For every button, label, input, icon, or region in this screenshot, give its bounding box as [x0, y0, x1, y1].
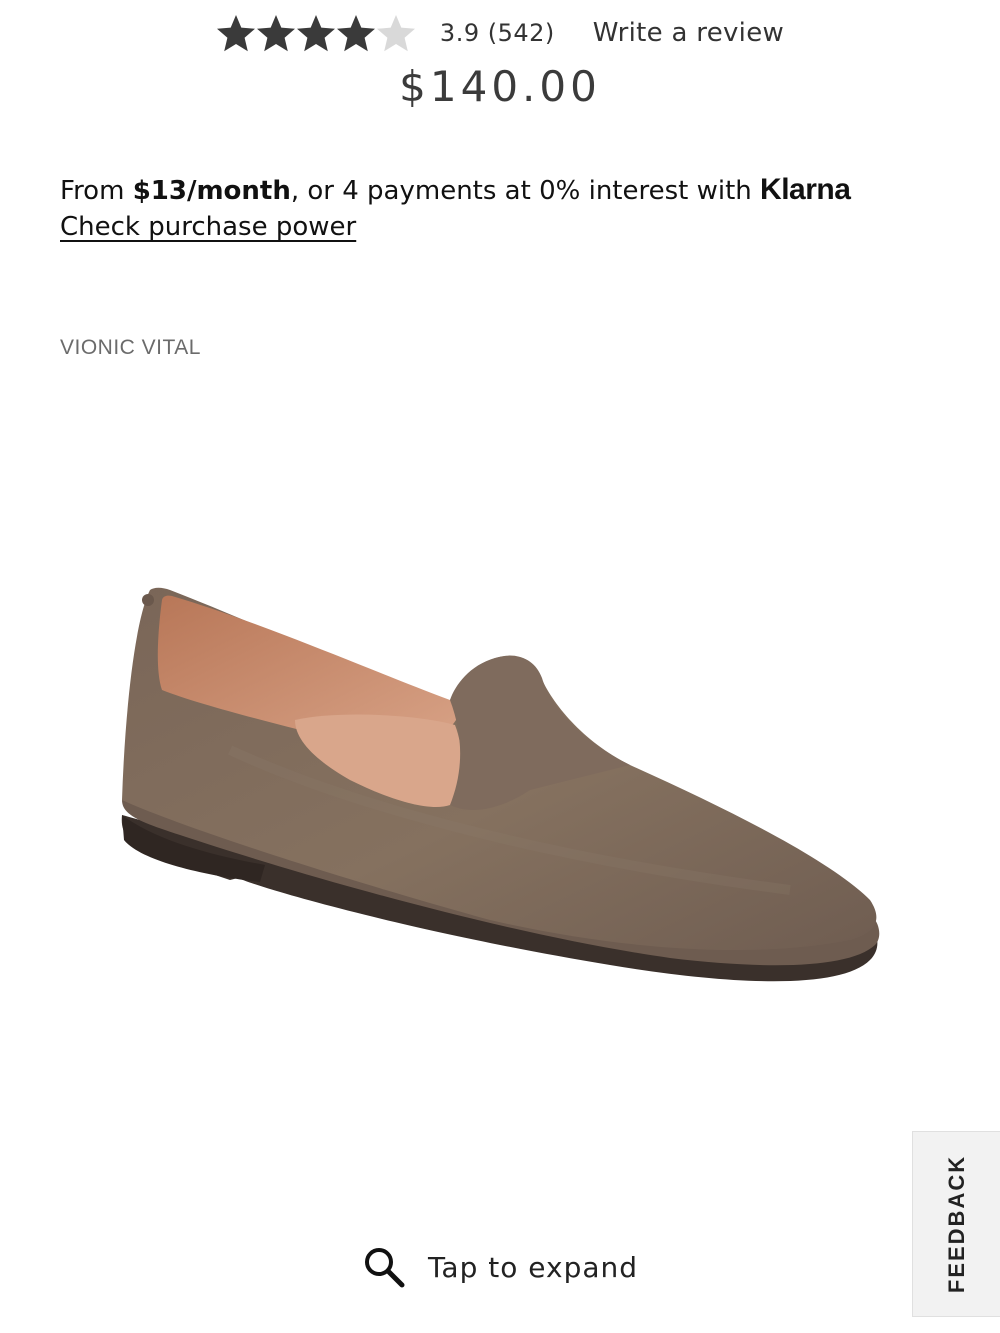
star-rating[interactable]	[216, 13, 416, 53]
tap-to-expand-button[interactable]: Tap to expand	[0, 1240, 1000, 1294]
klarna-message: From $13/month, or 4 payments at 0% inte…	[60, 172, 960, 209]
tap-to-expand-label: Tap to expand	[427, 1250, 639, 1284]
feedback-label: FEEDBACK	[944, 1154, 970, 1294]
klarna-financing: From $13/month, or 4 payments at 0% inte…	[60, 172, 960, 245]
check-purchase-power-link[interactable]: Check purchase power	[60, 209, 356, 245]
rating-row: 3.9 (542) Write a review	[0, 10, 1000, 56]
loafer-shoe-image[interactable]	[110, 560, 900, 1010]
search-icon	[364, 1248, 405, 1288]
write-review-link[interactable]: Write a review	[593, 18, 784, 48]
product-price: $140.00	[399, 62, 601, 111]
klarna-logo: Klarna	[760, 173, 851, 206]
klarna-prefix: From	[60, 176, 133, 206]
feedback-tab[interactable]: FEEDBACK	[912, 1131, 1000, 1317]
star-filled-icon	[256, 15, 295, 52]
rating-count[interactable]: 3.9 (542)	[440, 19, 555, 47]
klarna-middle: , or 4 payments at 0% interest with	[290, 176, 761, 206]
star-filled-icon	[296, 15, 335, 52]
star-filled-icon	[216, 15, 255, 52]
klarna-monthly-amount: $13/month	[132, 176, 291, 206]
star-empty-icon	[376, 15, 415, 52]
product-brand: VIONIC VITAL	[60, 336, 201, 359]
star-filled-icon	[336, 15, 375, 52]
